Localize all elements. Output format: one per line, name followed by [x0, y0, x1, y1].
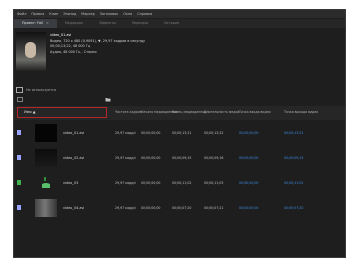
clip-video-in[interactable]: 00;00;00;00 — [239, 206, 258, 210]
menu-help[interactable]: Справка — [137, 12, 152, 16]
clip-rate: 29,97 кадр/с — [115, 206, 137, 210]
column-header-rate[interactable]: Частота кадров — [115, 110, 141, 114]
tab-markers[interactable]: Маркеры — [124, 19, 156, 28]
panel-tabs: Проект: Fаll × Медиадан Эффекты Маркеры И… — [14, 19, 345, 28]
clip-duration: 00;00;07;21 — [204, 206, 224, 210]
panel-toolbar — [14, 96, 345, 104]
clip-name: video_04.avi — [63, 206, 85, 210]
new-bin-icon[interactable] — [17, 97, 23, 102]
clip-thumbnail — [35, 124, 57, 142]
clip-media-start: 00;00;00;00 — [141, 181, 161, 185]
column-header-video-out[interactable]: Точка выхода видео — [284, 110, 318, 114]
clip-duration: 00;00;09;16 — [204, 156, 224, 160]
clip-media-end: 00;00;13;21 — [172, 131, 192, 135]
clip-preview: video_01.avi Видео, 720 x 480 (0,9091), … — [16, 32, 145, 72]
label-color-swatch — [17, 205, 21, 210]
label-color-swatch — [17, 155, 21, 160]
project-panel-window: Файл Правка Клип Эпизод Маркер Заголовок… — [13, 9, 346, 258]
preview-face — [25, 42, 36, 58]
table-row[interactable]: video_01.avi 29,97 кадр/с 00;00;00;00 00… — [14, 122, 345, 144]
usage-status: Не используется — [16, 87, 56, 93]
clip-video-out[interactable]: 00;00;11;02 — [284, 181, 303, 185]
clip-media-start: 00;00;00;00 — [141, 206, 161, 210]
clip-media-end: 00;00;11;02 — [172, 181, 192, 185]
column-name-label: Имя — [24, 110, 32, 114]
clip-thumbnail — [35, 199, 57, 217]
tab-effects[interactable]: Эффекты — [91, 19, 124, 28]
usage-label: Не используется — [26, 88, 57, 92]
tab-project[interactable]: Проект: Fаll × — [14, 19, 57, 28]
clip-thumbnail — [35, 149, 57, 167]
clip-rate: 29,97 кадр/с — [115, 181, 137, 185]
clip-name: video_03 — [63, 181, 79, 185]
folder-icon[interactable] — [105, 97, 111, 102]
clip-video-out[interactable]: 00;00;07;20 — [284, 206, 303, 210]
close-icon[interactable]: × — [46, 21, 49, 25]
menu-title[interactable]: Заголовок — [100, 12, 118, 16]
tab-history[interactable]: История — [156, 19, 187, 28]
clip-video-in[interactable]: 00;00;00;00 — [239, 181, 258, 185]
preview-thumbnail[interactable] — [16, 32, 46, 72]
menu-file[interactable]: Файл — [17, 12, 26, 16]
clip-duration: 00;00;11;03 — [204, 181, 224, 185]
preview-info-line3: Аудио, 48 000 Гц - Стерео — [50, 49, 97, 54]
menu-window[interactable]: Окно — [123, 12, 132, 16]
menu-edit[interactable]: Правка — [31, 12, 44, 16]
clip-video-out[interactable]: 00;00;13;21 — [284, 131, 303, 135]
menu-marker[interactable]: Маркер — [81, 12, 94, 16]
tab-project-label: Проект: Fаll — [22, 21, 44, 25]
clip-media-start: 00;00;00;00 — [141, 131, 161, 135]
audio-icon — [42, 177, 50, 188]
clip-name: video_01.avi — [63, 131, 85, 135]
clip-name: video_02.avi — [63, 156, 85, 160]
column-header-name[interactable]: Имя ▲ — [17, 107, 107, 118]
clip-metadata: video_01.avi Видео, 720 x 480 (0,9091), … — [50, 33, 145, 55]
column-header-row: Имя ▲ Частота кадров Начало медиаданных … — [14, 106, 345, 120]
clip-media-end: 00;00;07;20 — [172, 206, 192, 210]
column-header-media-end[interactable]: Конец медиаданных — [172, 110, 207, 114]
clip-media-start: 00;00;00;00 — [141, 156, 161, 160]
menu-sequence[interactable]: Эпизод — [63, 12, 76, 16]
clip-video-out[interactable]: 00;00;09;15 — [284, 156, 303, 160]
clip-media-end: 00;00;09;15 — [172, 156, 192, 160]
clip-rate: 29,97 кадр/с — [115, 156, 137, 160]
clip-video-in[interactable]: 00;00;00;00 — [239, 131, 258, 135]
table-row[interactable]: video_03 29,97 кадр/с 00;00;00;00 00;00;… — [14, 172, 345, 194]
clip-duration: 00;00;13;22 — [204, 131, 224, 135]
menu-bar: Файл Правка Клип Эпизод Маркер Заголовок… — [14, 10, 345, 18]
table-row[interactable]: video_02.avi 29,97 кадр/с 00;00;00;00 00… — [14, 147, 345, 169]
menu-clip[interactable]: Клип — [49, 12, 58, 16]
file-icon — [16, 87, 23, 93]
clip-video-in[interactable]: 00;00;00;00 — [239, 156, 258, 160]
column-header-video-in[interactable]: Точка входа видео — [239, 110, 271, 114]
clip-rate: 29,97 кадр/с — [115, 131, 137, 135]
label-color-swatch — [17, 180, 21, 185]
label-color-swatch — [17, 130, 21, 135]
table-row[interactable]: video_04.avi 29,97 кадр/с 00;00;00;00 00… — [14, 197, 345, 219]
column-header-duration[interactable]: Длительность медиа — [204, 110, 239, 114]
tab-media[interactable]: Медиадан — [57, 19, 91, 28]
